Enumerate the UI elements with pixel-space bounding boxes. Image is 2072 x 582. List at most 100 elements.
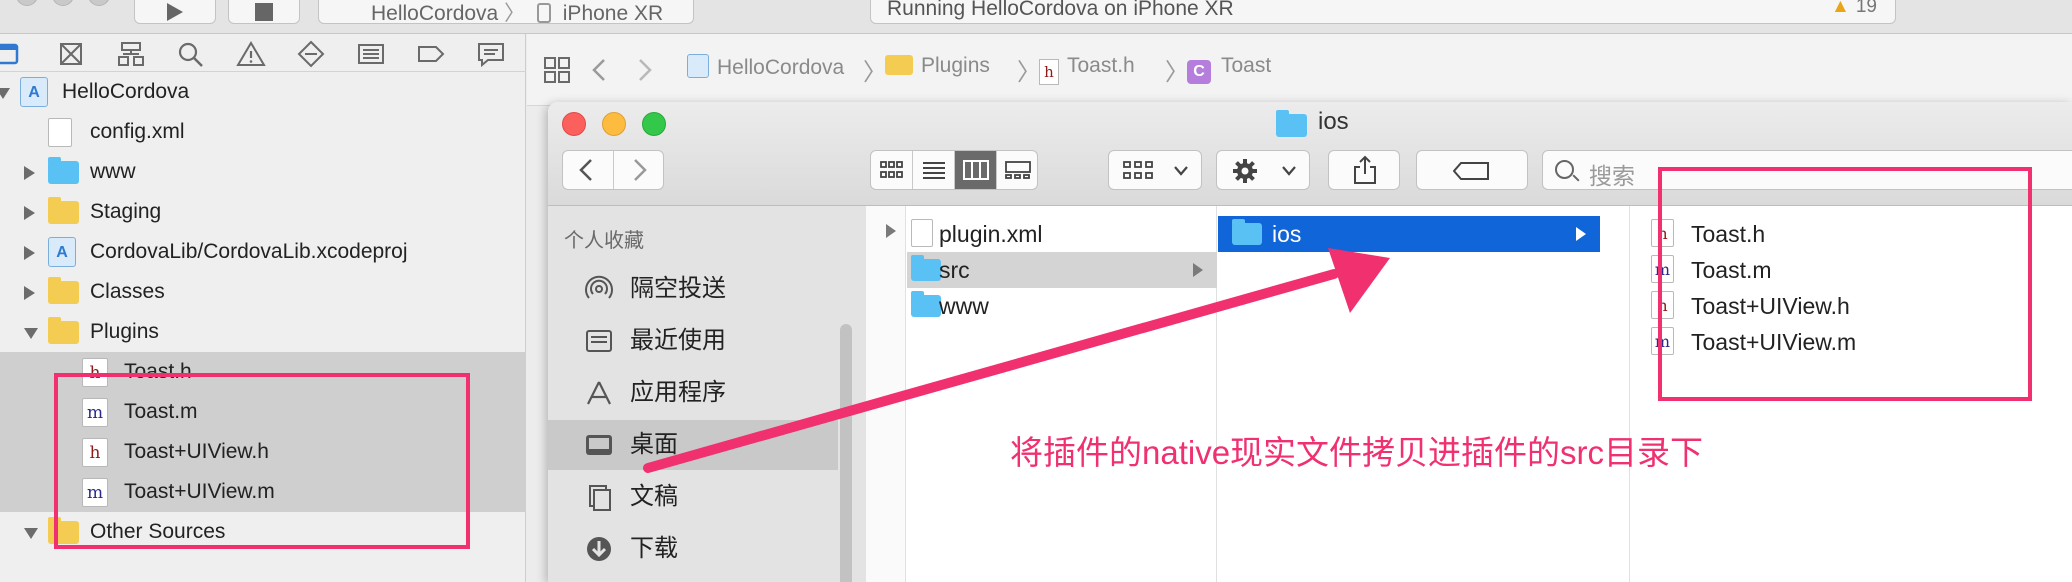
warning-badge[interactable]: ▲ 19 bbox=[1831, 0, 1877, 18]
sidebar-scrollbar[interactable] bbox=[840, 324, 852, 582]
sidebar-item[interactable]: 文稿 bbox=[548, 472, 838, 522]
tree-row[interactable]: Other Sources bbox=[0, 512, 526, 552]
jump-crumb-symbol[interactable]: C Toast bbox=[1187, 54, 1271, 84]
recents-icon bbox=[586, 330, 612, 352]
jump-crumb-file[interactable]: h Toast.h bbox=[1039, 54, 1135, 85]
tree-row[interactable]: Staging bbox=[0, 192, 526, 232]
tree-row[interactable]: config.xml bbox=[0, 112, 526, 152]
chevron-down-icon bbox=[1282, 166, 1296, 176]
back-icon[interactable] bbox=[575, 158, 599, 182]
issue-navigator-icon[interactable] bbox=[236, 40, 266, 68]
gallery-view-icon bbox=[1005, 161, 1031, 179]
header-file-icon: h bbox=[1651, 219, 1674, 247]
run-button[interactable] bbox=[134, 0, 216, 24]
report-navigator-icon[interactable] bbox=[476, 40, 506, 68]
device-icon bbox=[536, 3, 551, 23]
tree-row[interactable]: A CordovaLib/CordovaLib.xcodeproj bbox=[0, 232, 526, 272]
action-menu-button[interactable] bbox=[1216, 150, 1310, 190]
search-icon bbox=[1555, 160, 1574, 179]
finder-close-button[interactable] bbox=[562, 112, 586, 136]
edit-tags-button[interactable] bbox=[1416, 150, 1528, 190]
finder-minimize-button[interactable] bbox=[602, 112, 626, 136]
share-button[interactable] bbox=[1328, 150, 1400, 190]
applications-icon bbox=[587, 381, 611, 405]
tree-row[interactable]: m Toast.m bbox=[0, 392, 526, 432]
source-control-icon[interactable] bbox=[56, 40, 86, 68]
finder-search-field[interactable]: 搜索 bbox=[1542, 150, 2072, 190]
group-by-button[interactable] bbox=[1108, 150, 1202, 190]
finder-item[interactable]: www bbox=[907, 288, 1217, 324]
tree-row[interactable]: h Toast.h bbox=[0, 352, 526, 392]
finder-item[interactable]: m Toast.m bbox=[1631, 252, 2072, 288]
list-view-button[interactable] bbox=[913, 151, 955, 189]
tree-row-label: CordovaLib/CordovaLib.xcodeproj bbox=[90, 240, 408, 263]
disclosure-collapsed-icon[interactable] bbox=[24, 206, 35, 220]
group-icon bbox=[1123, 161, 1153, 179]
tree-row[interactable]: www bbox=[0, 152, 526, 192]
gallery-view-button[interactable] bbox=[997, 151, 1037, 189]
tree-row-label: Plugins bbox=[90, 320, 159, 343]
sidebar-item[interactable]: 最近使用 bbox=[548, 316, 838, 366]
finder-item[interactable]: m Toast+UIView.m bbox=[1631, 324, 2072, 360]
forward-icon[interactable] bbox=[637, 58, 653, 82]
jump-crumb-project[interactable]: HelloCordova bbox=[687, 54, 844, 80]
sidebar-item-label: 隔空投送 bbox=[630, 275, 726, 302]
jump-separator: 〉 bbox=[863, 59, 887, 86]
tree-row[interactable]: Plugins bbox=[0, 312, 526, 352]
scheme-selector[interactable]: HelloCordova 〉 iPhone XR bbox=[318, 0, 694, 24]
jump-crumb-plugins[interactable]: Plugins bbox=[885, 54, 990, 78]
disclosure-collapsed-icon[interactable] bbox=[24, 286, 35, 300]
disclosure-collapsed-icon[interactable] bbox=[24, 166, 35, 180]
finder-item-label: Toast.h bbox=[1691, 221, 1766, 247]
project-navigator-icon[interactable] bbox=[0, 40, 22, 68]
finder-item[interactable]: src bbox=[907, 252, 1217, 288]
disclosure-expanded-icon[interactable] bbox=[24, 328, 38, 339]
icon-view-button[interactable] bbox=[871, 151, 913, 189]
tree-row-label: Toast+UIView.h bbox=[124, 440, 269, 463]
folder-icon bbox=[1232, 219, 1262, 245]
tree-row[interactable]: Classes bbox=[0, 272, 526, 312]
disclosure-expanded-icon[interactable] bbox=[0, 88, 10, 99]
finder-item[interactable]: plugin.xml bbox=[907, 216, 1217, 252]
group-folder-icon bbox=[48, 517, 79, 544]
tree-row[interactable]: m Toast+UIView.m bbox=[0, 472, 526, 512]
symbol-navigator-icon[interactable] bbox=[116, 40, 146, 68]
finder-item[interactable]: ios bbox=[1218, 216, 1600, 252]
tree-row[interactable]: h Toast+UIView.h bbox=[0, 432, 526, 472]
disclosure-arrow-icon bbox=[1193, 263, 1203, 277]
tag-icon bbox=[1453, 162, 1489, 180]
debug-navigator-icon[interactable] bbox=[356, 40, 386, 68]
related-items-icon[interactable] bbox=[543, 56, 571, 84]
finder-column-src: ios bbox=[1218, 206, 1630, 582]
folder-icon bbox=[1276, 110, 1307, 137]
disclosure-arrow-icon bbox=[1576, 227, 1586, 241]
forward-icon[interactable] bbox=[627, 158, 651, 182]
sidebar-item[interactable]: 下载 bbox=[548, 524, 838, 574]
minimize-window-button[interactable] bbox=[52, 0, 74, 6]
finder-zoom-button[interactable] bbox=[642, 112, 666, 136]
finder-item[interactable]: h Toast.h bbox=[1631, 216, 2072, 252]
warning-count: 19 bbox=[1855, 0, 1877, 17]
tree-row-label: Staging bbox=[90, 200, 162, 223]
finder-window-title: ios bbox=[1276, 108, 1349, 137]
back-icon[interactable] bbox=[591, 58, 607, 82]
tree-row-label: Classes bbox=[90, 280, 165, 303]
column-view-button[interactable] bbox=[955, 151, 997, 189]
find-navigator-icon[interactable] bbox=[176, 40, 206, 68]
zoom-window-button[interactable] bbox=[88, 0, 110, 6]
folder-icon bbox=[911, 291, 941, 317]
sidebar-item[interactable]: 应用程序 bbox=[548, 368, 838, 418]
disclosure-collapsed-icon[interactable] bbox=[24, 246, 35, 260]
finder-nav-buttons bbox=[562, 150, 664, 190]
search-placeholder: 搜索 bbox=[1589, 163, 1635, 189]
breakpoint-navigator-icon[interactable] bbox=[416, 40, 446, 68]
tree-row[interactable]: A HelloCordova bbox=[0, 72, 526, 112]
stop-button[interactable] bbox=[228, 0, 300, 24]
folder-icon bbox=[48, 157, 79, 184]
finder-item[interactable]: h Toast+UIView.h bbox=[1631, 288, 2072, 324]
test-navigator-icon[interactable] bbox=[296, 40, 326, 68]
disclosure-expanded-icon[interactable] bbox=[24, 528, 38, 539]
close-window-button[interactable] bbox=[16, 0, 38, 6]
sidebar-item[interactable]: 桌面 bbox=[548, 420, 838, 470]
sidebar-item[interactable]: 隔空投送 bbox=[548, 264, 838, 314]
